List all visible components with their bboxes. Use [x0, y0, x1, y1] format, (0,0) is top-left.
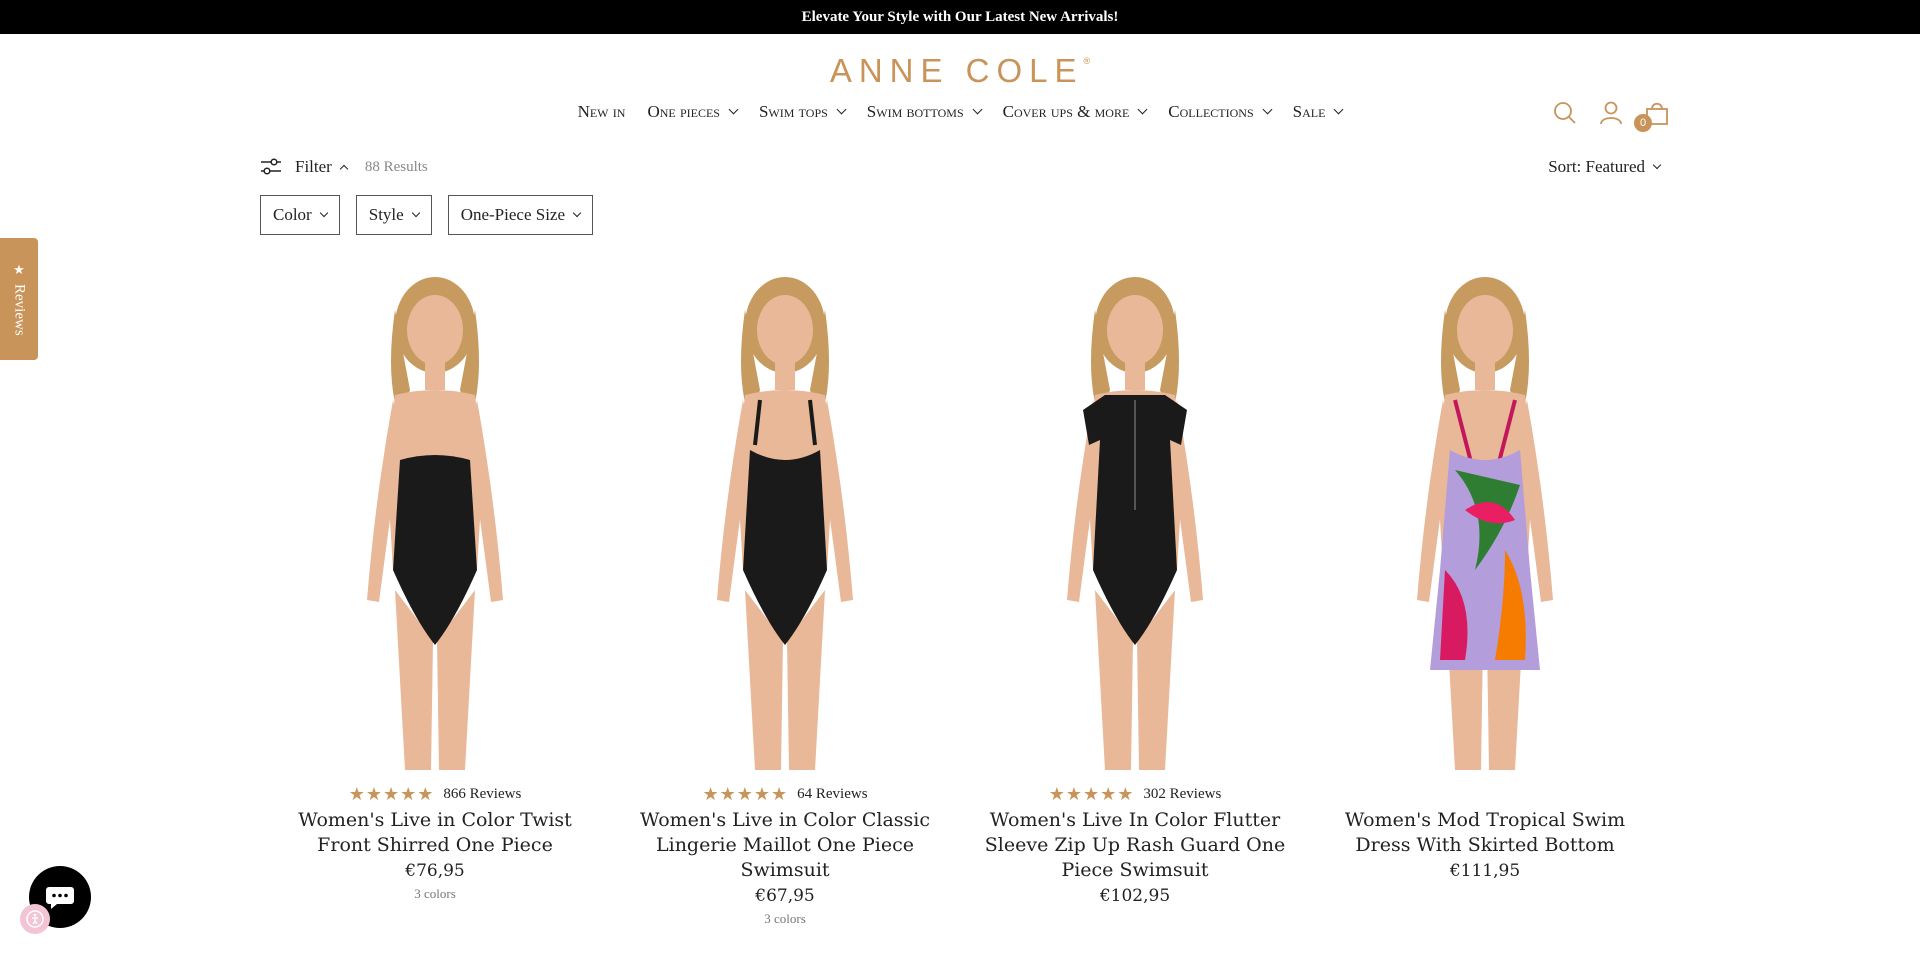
- chevron-down-icon: [572, 208, 582, 218]
- product-price: €102,95: [1099, 886, 1171, 906]
- product-grid: ★★★★★ 866 Reviews Women's Live in Color Tw…: [260, 270, 1660, 927]
- star-rating-icons: ★★★★★: [348, 783, 435, 805]
- nav-label: Cover ups & more: [1002, 102, 1130, 121]
- product-rating[interactable]: ★★★★★ 64 Reviews: [610, 782, 960, 806]
- product-card[interactable]: Women's Mod Tropical Swim Dress With Ski…: [1310, 270, 1660, 927]
- product-title[interactable]: Women's Live in Color Classic Lingerie M…: [610, 808, 960, 883]
- nav-label: One pieces: [647, 102, 720, 121]
- header-icons: 0: [1552, 100, 1670, 132]
- product-colors: 3 colors: [414, 886, 456, 901]
- nav-label: Sale: [1292, 102, 1326, 121]
- product-colors: 3 colors: [764, 911, 806, 926]
- nav-label: Swim bottoms: [866, 102, 964, 121]
- review-count: 302 Reviews: [1143, 785, 1222, 802]
- accessibility-icon: [26, 910, 44, 928]
- account-icon[interactable]: [1598, 100, 1624, 126]
- announcement-bar: Elevate Your Style with Our Latest New A…: [0, 0, 1920, 34]
- sort-label: Sort: Featured: [1548, 157, 1645, 176]
- product-card[interactable]: ★★★★★ 64 Reviews Women's Live in Color Cla…: [610, 270, 960, 927]
- product-price: €111,95: [1449, 861, 1521, 881]
- results-count: 88 Results: [364, 158, 428, 175]
- product-image[interactable]: [610, 270, 960, 770]
- review-count: 866 Reviews: [443, 785, 522, 802]
- star-rating-icons: ★★★★★: [702, 783, 789, 805]
- cart-count-badge: 0: [1634, 114, 1652, 132]
- chevron-down-icon: [1652, 160, 1662, 170]
- product-image[interactable]: [260, 270, 610, 770]
- product-image[interactable]: [960, 270, 1310, 770]
- nav-label: New in: [577, 102, 626, 121]
- nav-item-cover-ups-more[interactable]: Cover ups & more: [1002, 102, 1148, 122]
- product-card[interactable]: ★★★★★ 302 Reviews Women's Live In Color Fl…: [960, 270, 1310, 927]
- bag-icon[interactable]: 0: [1634, 100, 1670, 132]
- reviews-tab-label: Reviews: [11, 283, 28, 336]
- product-price: €76,95: [405, 861, 465, 881]
- chevron-down-icon: [836, 104, 847, 114]
- chevron-down-icon: [411, 208, 420, 218]
- nav-label: Swim tops: [758, 102, 828, 121]
- filter-row: Color Style One-Piece Size: [260, 195, 594, 235]
- nav-item-sale[interactable]: Sale: [1292, 102, 1344, 122]
- product-image[interactable]: [1310, 270, 1660, 770]
- product-rating[interactable]: ★★★★★ 302 Reviews: [960, 782, 1310, 806]
- chevron-down-icon: [1262, 104, 1273, 114]
- collection-toolbar: Filter 88 Results Sort: Featured: [260, 152, 1662, 182]
- nav-item-one-pieces[interactable]: One pieces: [647, 102, 739, 122]
- nav-item-swim-bottoms[interactable]: Swim bottoms: [866, 102, 983, 122]
- filter-toggle[interactable]: Filter: [260, 157, 349, 177]
- chevron-down-icon: [728, 104, 739, 114]
- product-title[interactable]: Women's Live in Color Twist Front Shirre…: [260, 808, 610, 858]
- filter-label: Style: [368, 205, 404, 224]
- accessibility-button[interactable]: [20, 904, 50, 934]
- announcement-text: Elevate Your Style with Our Latest New A…: [801, 8, 1119, 25]
- brand-mark: ®: [1083, 56, 1091, 66]
- nav-item-new-in[interactable]: New in: [578, 102, 626, 122]
- chat-icon: [46, 887, 74, 909]
- filter-style[interactable]: Style: [355, 195, 432, 235]
- filter-label: Color: [273, 205, 312, 224]
- sort-dropdown[interactable]: Sort: Featured: [1548, 157, 1662, 177]
- chevron-down-icon: [972, 104, 983, 114]
- search-icon[interactable]: [1552, 100, 1578, 126]
- filter-label: One-Piece Size: [460, 205, 566, 224]
- product-title[interactable]: Women's Live In Color Flutter Sleeve Zip…: [960, 808, 1310, 883]
- chevron-down-icon: [1137, 104, 1148, 114]
- chevron-up-icon: [339, 164, 349, 174]
- review-count: 64 Reviews: [797, 785, 868, 802]
- product-title[interactable]: Women's Mod Tropical Swim Dress With Ski…: [1310, 808, 1660, 858]
- star-icon: ★: [13, 262, 25, 278]
- chevron-down-icon: [319, 208, 328, 218]
- product-rating[interactable]: ★★★★★ 866 Reviews: [260, 782, 610, 806]
- reviews-tab[interactable]: ★ Reviews: [0, 238, 38, 360]
- chevron-down-icon: [1333, 104, 1344, 114]
- nav-item-swim-tops[interactable]: Swim tops: [758, 102, 847, 122]
- filter-color[interactable]: Color: [260, 195, 340, 235]
- nav-item-collections[interactable]: Collections: [1168, 102, 1273, 122]
- brand-name: ANNE COLE: [829, 52, 1084, 89]
- product-price: €67,95: [755, 886, 815, 906]
- star-rating-icons: ★★★★★: [1048, 783, 1135, 805]
- product-card[interactable]: ★★★★★ 866 Reviews Women's Live in Color Tw…: [260, 270, 610, 927]
- filter-one-piece-size[interactable]: One-Piece Size: [447, 195, 594, 235]
- brand-logo[interactable]: ANNE COLE®: [0, 52, 1920, 90]
- sliders-icon: [261, 158, 281, 175]
- nav-label: Collections: [1168, 102, 1254, 121]
- filter-label: Filter: [295, 157, 332, 176]
